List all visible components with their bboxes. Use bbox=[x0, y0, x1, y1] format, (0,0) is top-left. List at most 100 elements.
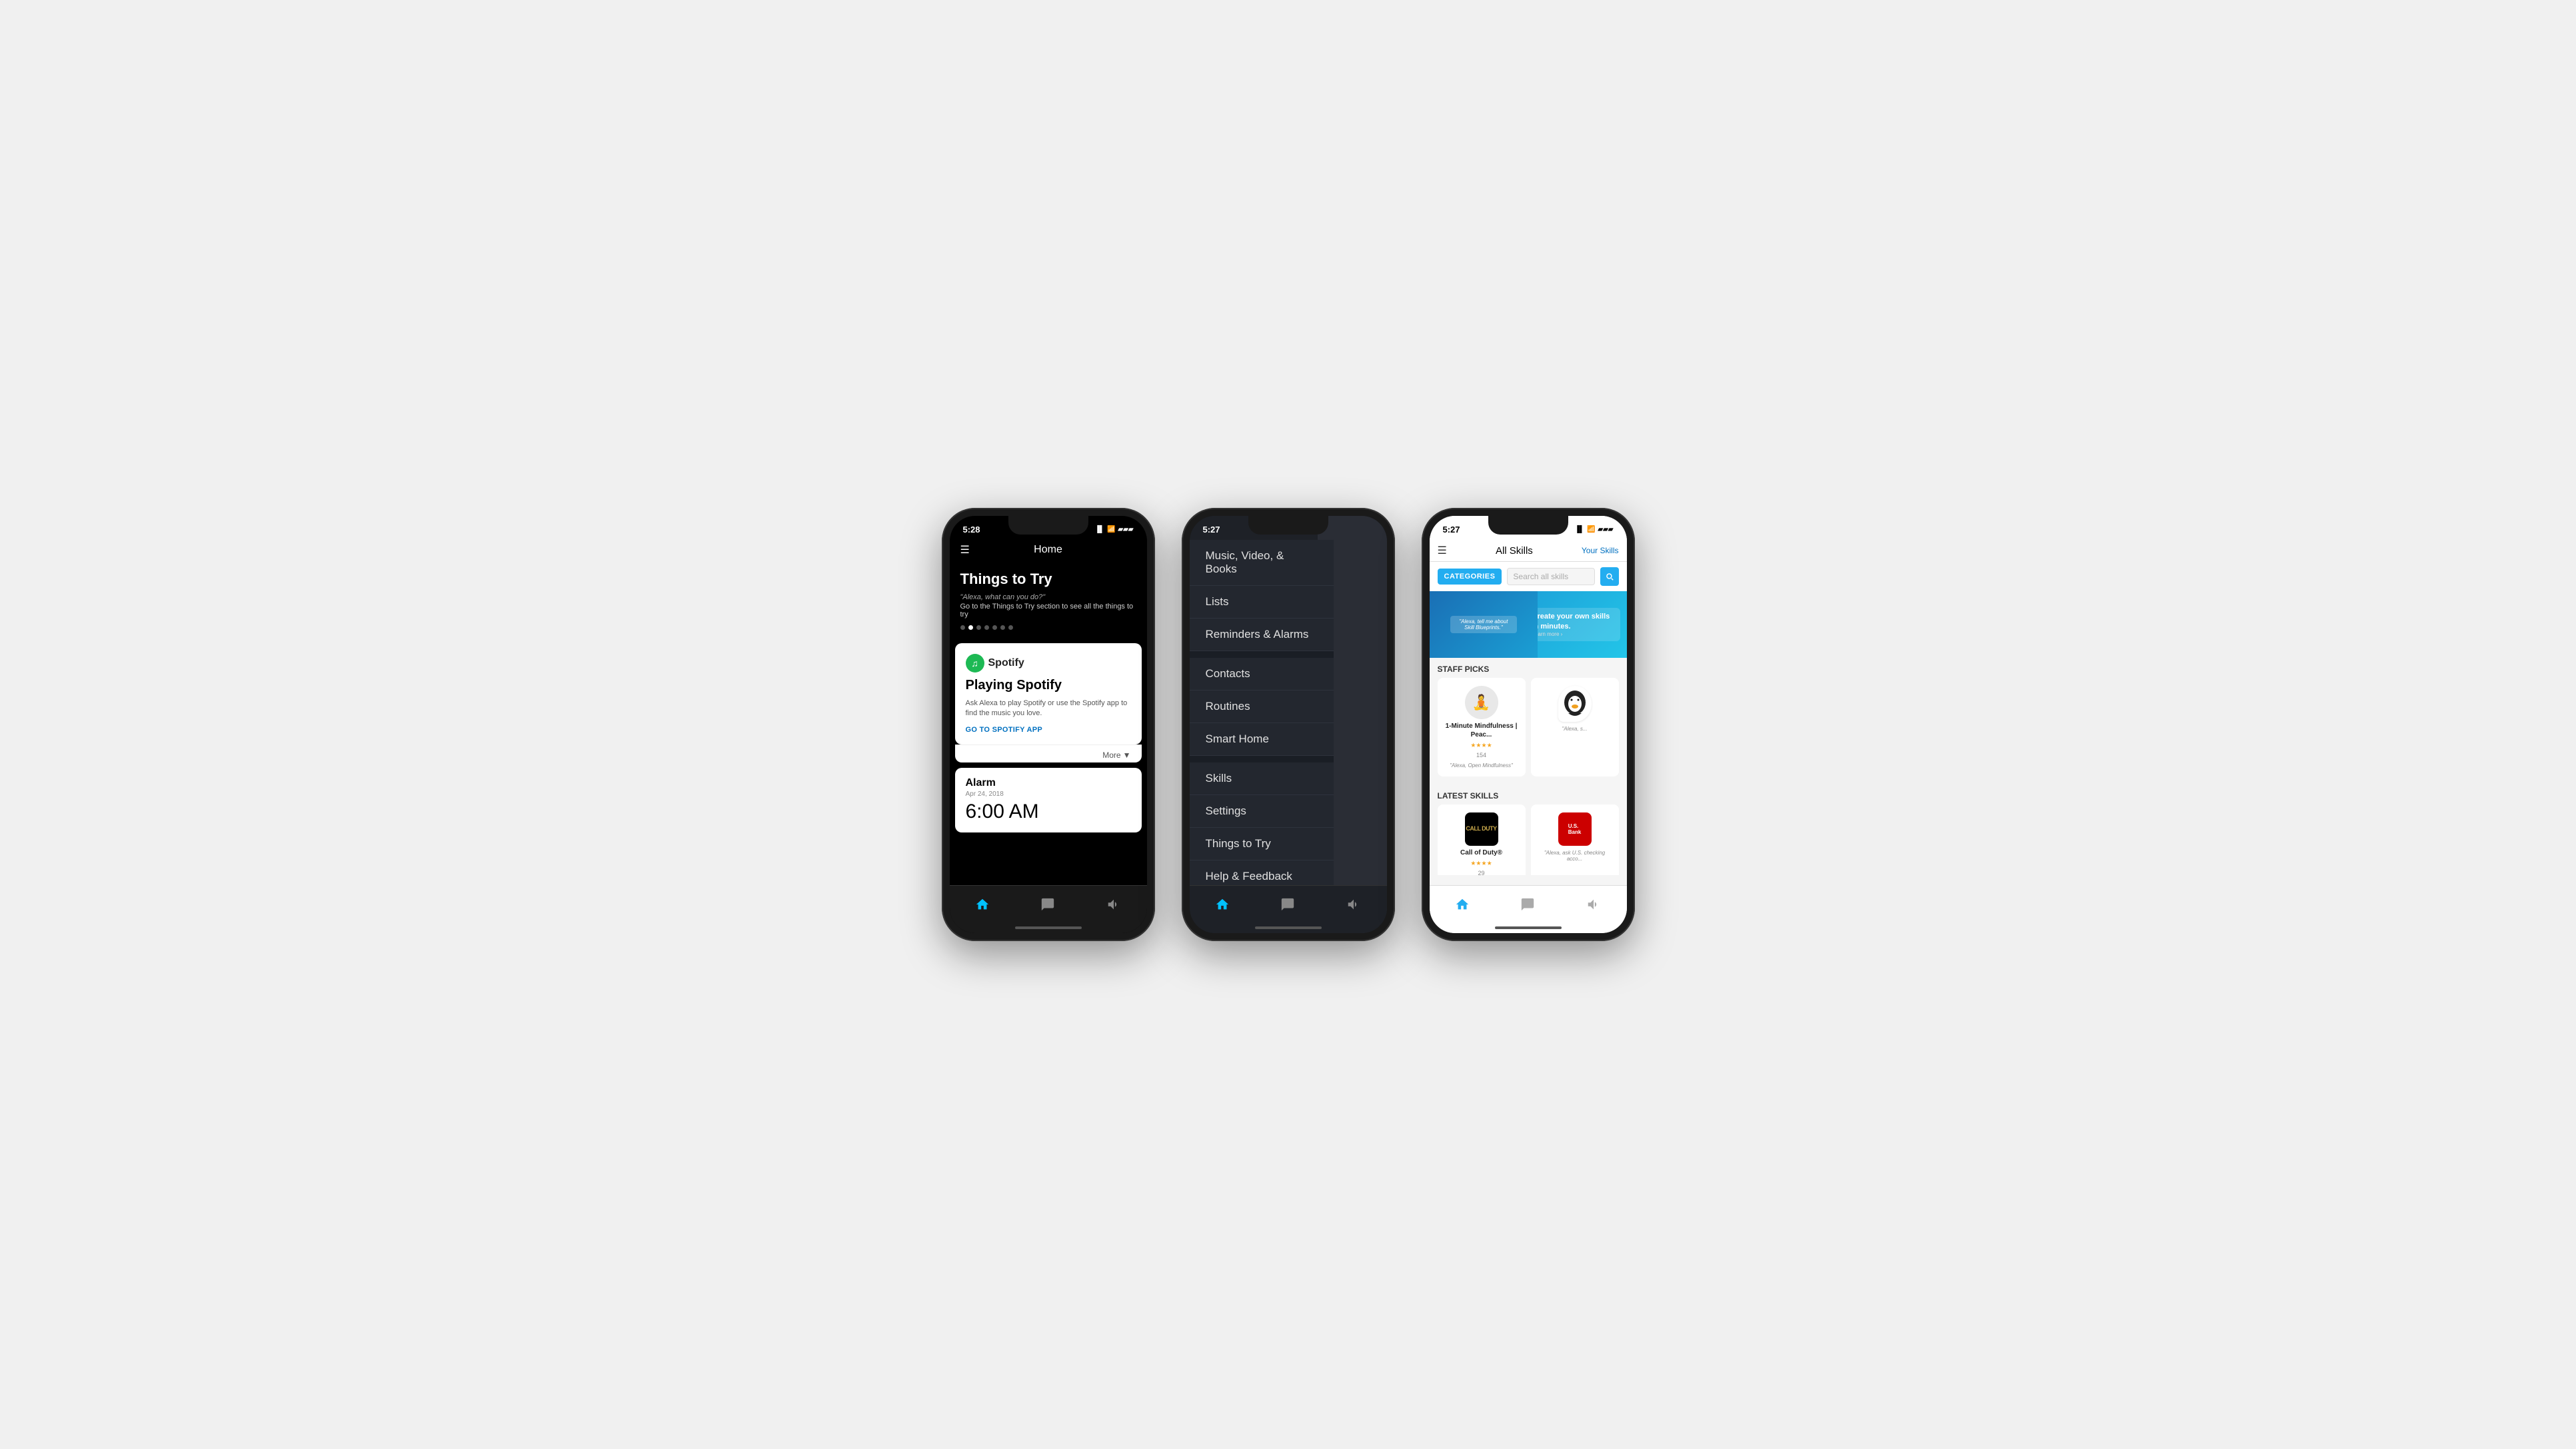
banner-text: Create your own skills in minutes. Learn… bbox=[1527, 608, 1620, 641]
skill4-phrase: "Alexa, ask U.S. checking acco... bbox=[1538, 850, 1612, 862]
home-indicator3 bbox=[1495, 926, 1562, 929]
staff-picks-header: STAFF PICKS bbox=[1430, 658, 1627, 678]
alarm-date: Apr 24, 2018 bbox=[966, 790, 1131, 798]
phone1-navbar: ☰ Home bbox=[950, 540, 1147, 560]
spotify-icon: ♫ bbox=[966, 654, 984, 673]
home-indicator2 bbox=[1255, 926, 1322, 929]
phone3-time: 5:27 bbox=[1443, 525, 1460, 535]
phone-menu: 5:27 ▐▌ 📶 ▰▰▰ Music, Video, & Books List… bbox=[1182, 508, 1395, 941]
notch2 bbox=[1248, 516, 1328, 535]
go-to-spotify-link[interactable]: GO TO SPOTIFY APP bbox=[966, 726, 1131, 734]
alarm-time: 6:00 AM bbox=[966, 800, 1131, 823]
phone-home: 5:28 ▐▌ 📶 ▰▰▰ ☰ Home Things to Try "Alex… bbox=[942, 508, 1155, 941]
skill3-name: Call of Duty® bbox=[1460, 848, 1502, 857]
nav-menu: Music, Video, & Books Lists Reminders & … bbox=[1190, 540, 1334, 885]
latest-skills-header: LATEST SKILLS bbox=[1430, 784, 1627, 804]
section-subtitle: "Alexa, what can you do?" bbox=[960, 593, 1136, 601]
tab2-messages[interactable] bbox=[1280, 897, 1295, 912]
skill-card-penguin[interactable]: "Alexa, s... bbox=[1531, 678, 1619, 776]
card-title: Playing Spotify bbox=[966, 678, 1131, 693]
tab-now-playing[interactable] bbox=[1106, 897, 1121, 912]
skill1-name: 1-Minute Mindfulness | Peac... bbox=[1444, 722, 1519, 739]
more-button[interactable]: More ▼ bbox=[1102, 750, 1130, 760]
phone1-screen: 5:28 ▐▌ 📶 ▰▰▰ ☰ Home Things to Try "Alex… bbox=[950, 516, 1147, 933]
tab-messages[interactable] bbox=[1040, 897, 1055, 912]
alarm-label: Alarm bbox=[966, 777, 1131, 789]
dot-2[interactable] bbox=[968, 625, 973, 630]
more-label: More bbox=[1102, 750, 1120, 760]
menu-spacer1 bbox=[1190, 651, 1334, 658]
phone3-status-icons: ▐▌ 📶 ▰▰▰ bbox=[1575, 526, 1614, 533]
card-footer: More ▼ bbox=[955, 744, 1142, 762]
menu-item-lists[interactable]: Lists bbox=[1190, 586, 1334, 619]
skill-card-mindfulness[interactable]: 🧘 1-Minute Mindfulness | Peac... ★★★★ 15… bbox=[1438, 678, 1526, 776]
notch3 bbox=[1488, 516, 1568, 535]
signal-icon: ▐▌ bbox=[1095, 526, 1104, 533]
dot-6[interactable] bbox=[1000, 625, 1005, 630]
dot-5[interactable] bbox=[992, 625, 997, 630]
phone2-screen: 5:27 ▐▌ 📶 ▰▰▰ Music, Video, & Books List… bbox=[1190, 516, 1387, 933]
hamburger-icon[interactable]: ☰ bbox=[960, 543, 970, 557]
battery-icon: ▰▰▰ bbox=[1118, 526, 1133, 533]
tab3-now-playing[interactable] bbox=[1586, 897, 1601, 912]
spotify-card: ♫ Spotify Playing Spotify Ask Alexa to p… bbox=[955, 643, 1142, 744]
wifi-icon: 📶 bbox=[1587, 526, 1595, 533]
menu-item-things-to-try[interactable]: Things to Try bbox=[1190, 828, 1334, 860]
menu-item-help[interactable]: Help & Feedback bbox=[1190, 860, 1334, 885]
menu-item-skills[interactable]: Skills bbox=[1190, 762, 1334, 795]
phones-container: 5:28 ▐▌ 📶 ▰▰▰ ☰ Home Things to Try "Alex… bbox=[942, 508, 1635, 941]
tab3-home[interactable] bbox=[1455, 897, 1470, 912]
dot-1[interactable] bbox=[960, 625, 965, 630]
phone3-title: All Skills bbox=[1452, 545, 1576, 557]
banner-illustration: "Alexa, tell me about Skill Blueprints." bbox=[1430, 591, 1538, 658]
skill1-phrase: "Alexa, Open Mindfulness" bbox=[1450, 762, 1513, 768]
latest-skills-row: CALL DUTY Call of Duty® ★★★★ 29 "Alexa, … bbox=[1430, 804, 1627, 875]
menu-item-settings[interactable]: Settings bbox=[1190, 795, 1334, 828]
section-title: Things to Try bbox=[960, 571, 1136, 588]
tab2-home[interactable] bbox=[1215, 897, 1230, 912]
carousel-dots bbox=[960, 625, 1136, 630]
mindfulness-icon: 🧘 bbox=[1465, 686, 1498, 719]
skill-card-usbank[interactable]: U.S.Bank "Alexa, ask U.S. checking acco.… bbox=[1531, 804, 1619, 875]
phone1-nav-title: Home bbox=[1034, 544, 1062, 556]
skill-card-callofduty[interactable]: CALL DUTY Call of Duty® ★★★★ 29 "Alexa, … bbox=[1438, 804, 1526, 875]
menu-item-routines[interactable]: Routines bbox=[1190, 691, 1334, 723]
section-desc: Go to the Things to Try section to see a… bbox=[960, 603, 1136, 619]
menu-item-smarthome[interactable]: Smart Home bbox=[1190, 723, 1334, 756]
phone1-status-icons: ▐▌ 📶 ▰▰▰ bbox=[1095, 526, 1134, 533]
categories-button[interactable]: CATEGORIES bbox=[1438, 569, 1502, 585]
battery-icon: ▰▰▰ bbox=[1598, 526, 1613, 533]
spotify-logo: ♫ Spotify bbox=[966, 654, 1131, 673]
your-skills-button[interactable]: Your Skills bbox=[1582, 546, 1619, 555]
skill3-stars: ★★★★ bbox=[1470, 860, 1492, 867]
dot-4[interactable] bbox=[984, 625, 989, 630]
filter-bar: CATEGORIES Search all skills bbox=[1430, 562, 1627, 591]
search-box[interactable]: Search all skills bbox=[1507, 568, 1594, 585]
hamburger3-icon[interactable]: ☰ bbox=[1438, 544, 1447, 557]
staff-picks-row: 🧘 1-Minute Mindfulness | Peac... ★★★★ 15… bbox=[1430, 678, 1627, 784]
tab-home[interactable] bbox=[975, 897, 990, 912]
dot-3[interactable] bbox=[976, 625, 981, 630]
skill1-stars: ★★★★ bbox=[1470, 742, 1492, 749]
phone1-time: 5:28 bbox=[963, 525, 980, 535]
skill1-count: 154 bbox=[1476, 752, 1486, 758]
card-desc: Ask Alexa to play Spotify or use the Spo… bbox=[966, 699, 1131, 719]
banner-quote: "Alexa, tell me about Skill Blueprints." bbox=[1450, 616, 1517, 633]
banner-sub-text: Learn more › bbox=[1532, 631, 1615, 637]
tab2-now-playing[interactable] bbox=[1346, 897, 1361, 912]
things-to-try-section: Things to Try "Alexa, what can you do?" … bbox=[950, 560, 1147, 643]
search-icon-button[interactable] bbox=[1600, 567, 1619, 586]
skill3-count: 29 bbox=[1478, 870, 1484, 875]
tab3-messages[interactable] bbox=[1520, 897, 1535, 912]
menu-item-music[interactable]: Music, Video, & Books bbox=[1190, 540, 1334, 586]
menu-item-reminders[interactable]: Reminders & Alarms bbox=[1190, 619, 1334, 651]
menu-spacer2 bbox=[1190, 756, 1334, 762]
penguin-alexa-icon bbox=[1558, 686, 1592, 722]
menu-item-contacts[interactable]: Contacts bbox=[1190, 658, 1334, 691]
signal-icon: ▐▌ bbox=[1575, 526, 1584, 533]
phone-skills: 5:27 ▐▌ 📶 ▰▰▰ ☰ All Skills Your Skills C… bbox=[1422, 508, 1635, 941]
search-placeholder: Search all skills bbox=[1513, 572, 1568, 581]
skills-banner[interactable]: "Alexa, tell me about Skill Blueprints."… bbox=[1430, 591, 1627, 658]
dot-7[interactable] bbox=[1008, 625, 1013, 630]
notch1 bbox=[1008, 516, 1088, 535]
